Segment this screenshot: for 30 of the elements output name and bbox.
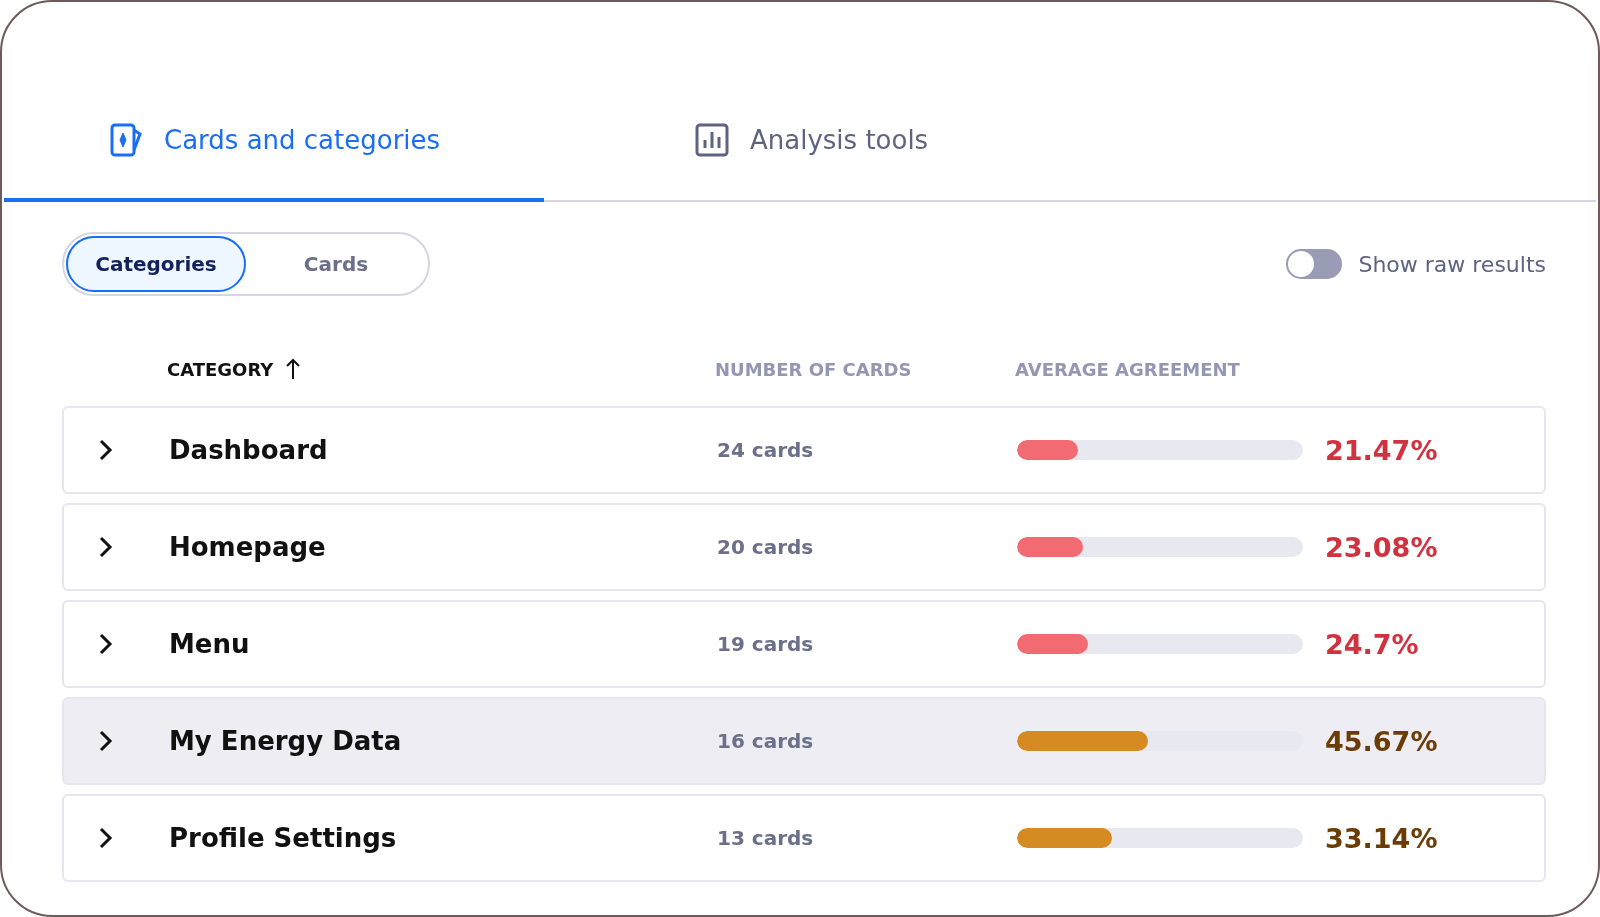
table-row[interactable]: Dashboard 24 cards 21.47% xyxy=(62,406,1546,494)
card-count: 13 cards xyxy=(717,826,815,850)
card-count: 24 cards xyxy=(717,438,815,462)
table-row[interactable]: Homepage 20 cards 23.08% xyxy=(62,503,1546,591)
toggle-label: Show raw results xyxy=(1358,251,1546,277)
agreement-percentage: 33.14% xyxy=(1325,822,1438,854)
category-name: Profile Settings xyxy=(169,823,398,853)
category-name: Homepage xyxy=(169,532,327,562)
table-row[interactable]: My Energy Data 16 cards 45.67% xyxy=(62,697,1546,785)
card-count: 16 cards xyxy=(717,729,815,753)
column-header[interactable]: CATEGORY xyxy=(167,358,274,380)
sort-up-icon[interactable] xyxy=(285,358,302,380)
segment-button[interactable]: Cards xyxy=(246,236,426,292)
segment-button[interactable]: Categories xyxy=(66,236,246,292)
card-count: 19 cards xyxy=(717,632,815,656)
bar-chart-icon xyxy=(694,122,730,158)
table-row[interactable]: Profile Settings 13 cards 33.14% xyxy=(62,794,1546,882)
toggle-switch[interactable] xyxy=(1286,249,1343,279)
card-count: 20 cards xyxy=(717,535,815,559)
category-name: Menu xyxy=(169,629,251,659)
category-name: My Energy Data xyxy=(169,726,403,756)
tab[interactable]: Analysis tools xyxy=(544,82,929,202)
table-row[interactable]: Menu 19 cards 24.7% xyxy=(62,600,1546,688)
category-name: Dashboard xyxy=(169,435,329,465)
card-icon xyxy=(108,122,144,158)
tab[interactable]: Cards and categories xyxy=(4,82,544,202)
agreement-percentage: 23.08% xyxy=(1325,531,1438,563)
agreement-percentage: 45.67% xyxy=(1325,725,1438,757)
agreement-percentage: 24.7% xyxy=(1325,628,1419,660)
agreement-percentage: 21.47% xyxy=(1325,434,1438,466)
